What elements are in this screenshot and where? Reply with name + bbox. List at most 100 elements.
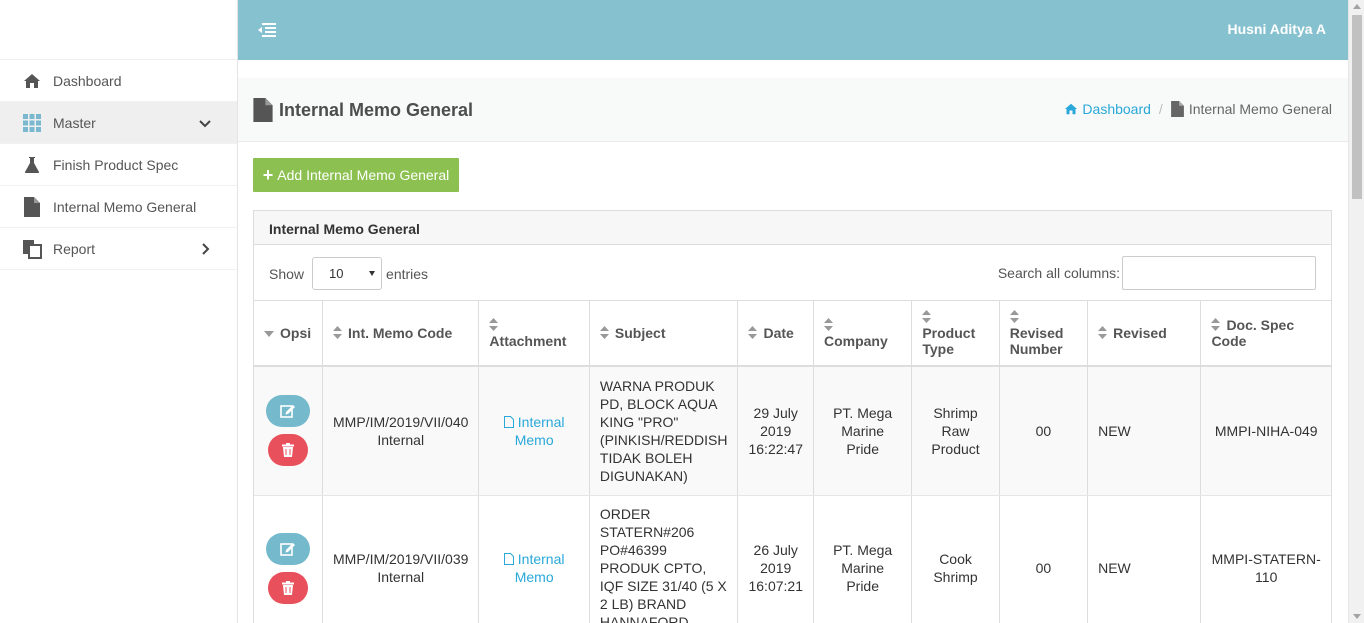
edit-icon: [280, 542, 295, 556]
sidebar-item-label: Master: [53, 114, 96, 131]
breadcrumb-current: Internal Memo General: [1170, 101, 1332, 117]
breadcrumb-home-label: Dashboard: [1082, 101, 1151, 117]
column-header[interactable]: Int. Memo Code: [322, 300, 480, 367]
panel-title: Internal Memo General: [254, 211, 1331, 245]
breadcrumb-current-label: Internal Memo General: [1188, 101, 1332, 117]
sidebar-item-report[interactable]: Report: [0, 228, 237, 270]
page-scrollbar[interactable]: [1348, 0, 1364, 623]
revised-number-cell: 00: [999, 366, 1089, 496]
sort-icon: [1098, 326, 1108, 339]
edit-icon: [280, 405, 295, 419]
memo-code-cell: MMP/IM/2019/VII/040 Internal: [322, 366, 480, 496]
sort-desc-icon: [264, 331, 274, 337]
sort-icon: [599, 326, 609, 339]
user-name[interactable]: Husni Aditya A: [1227, 21, 1326, 37]
add-internal-memo-button[interactable]: + Add Internal Memo General: [253, 158, 459, 192]
sort-icon: [489, 318, 499, 331]
attachment-cell: Internal Memo: [478, 366, 590, 496]
top-navbar: Husni Aditya A: [238, 0, 1348, 60]
scrollbar-thumb[interactable]: [1352, 15, 1362, 199]
sort-icon: [823, 318, 833, 331]
document-icon: [253, 98, 273, 122]
flask-icon: [22, 155, 42, 175]
memo-panel: Internal Memo General Show 10 entries Se…: [253, 210, 1332, 623]
subject-cell: ORDER STATERN#206 PO#46399 PRODUK CPTO, …: [589, 495, 739, 623]
sort-icon: [748, 326, 758, 339]
attachment-link[interactable]: Internal Memo: [503, 414, 564, 448]
column-header[interactable]: Doc. Spec Code: [1200, 300, 1331, 367]
copy-icon: [22, 239, 42, 259]
edit-button[interactable]: [266, 532, 310, 565]
document-icon: [1170, 101, 1184, 117]
column-header[interactable]: Revised: [1087, 300, 1202, 367]
row-actions: [254, 495, 324, 623]
caret-down-icon: [369, 271, 376, 276]
breadcrumb-home[interactable]: Dashboard: [1064, 101, 1151, 117]
delete-button[interactable]: [268, 434, 308, 467]
page-title: Internal Memo General: [253, 98, 473, 122]
search-control: Search all columns:: [998, 256, 1316, 290]
search-input[interactable]: [1122, 256, 1316, 290]
doc-spec-code-cell: MMPI-STATERN-110: [1200, 495, 1331, 623]
scroll-down-arrow-icon[interactable]: [1353, 614, 1361, 619]
column-header[interactable]: Date: [737, 300, 814, 367]
plus-icon: +: [262, 165, 274, 185]
sidebar-item-label: Finish Product Spec: [53, 156, 179, 173]
sidebar-item-master[interactable]: Master: [0, 102, 237, 144]
column-header[interactable]: Opsi: [254, 300, 324, 367]
memo-code-cell: MMP/IM/2019/VII/039 Internal: [322, 495, 480, 623]
revised-cell: NEW: [1087, 366, 1202, 496]
grid-icon: [22, 113, 42, 133]
product-type-cell: Shrimp Raw Product: [911, 366, 1000, 496]
chevron-right-icon: [197, 241, 213, 257]
sidebar-item-internal-memo-general[interactable]: Internal Memo General: [0, 186, 237, 228]
trash-icon: [282, 443, 294, 458]
main-content: Internal Memo General Dashboard / Intern…: [238, 60, 1348, 623]
table-row: MMP/IM/2019/VII/039 Internal Internal Me…: [254, 495, 1331, 623]
delete-button[interactable]: [268, 571, 308, 604]
entries-control: Show 10 entries: [269, 257, 428, 290]
attachment-cell: Internal Memo: [478, 495, 590, 623]
sidebar-item-finish-product-spec[interactable]: Finish Product Spec: [0, 144, 237, 186]
add-button-label: Add Internal Memo General: [277, 167, 450, 183]
table-row: MMP/IM/2019/VII/040 Internal Internal Me…: [254, 366, 1331, 496]
page-header: Internal Memo General Dashboard / Intern…: [238, 78, 1348, 142]
sidebar-brand: [0, 0, 237, 60]
page-title-text: Internal Memo General: [279, 99, 474, 120]
sort-icon: [333, 326, 343, 339]
attachment-link[interactable]: Internal Memo: [503, 551, 564, 585]
column-header[interactable]: Subject: [589, 300, 739, 367]
edit-button[interactable]: [266, 395, 310, 428]
sort-icon: [1009, 310, 1019, 323]
sidebar-item-dashboard[interactable]: Dashboard: [0, 60, 237, 102]
subject-cell: WARNA PRODUK PD, BLOCK AQUA KING "PRO" (…: [589, 366, 739, 496]
pdf-file-icon: [503, 415, 514, 428]
entries-select[interactable]: 10: [312, 257, 383, 290]
breadcrumb-separator: /: [1158, 101, 1163, 117]
column-header[interactable]: Company: [813, 300, 913, 367]
revised-number-cell: 00: [999, 495, 1089, 623]
chevron-down-icon: [197, 115, 213, 131]
sidebar-item-label: Report: [53, 240, 96, 257]
breadcrumb: Dashboard / Internal Memo General: [1064, 101, 1332, 117]
product-type-cell: Cook Shrimp: [911, 495, 1000, 623]
column-header[interactable]: Product Type: [911, 300, 1000, 367]
company-cell: PT. Mega Marine Pride: [813, 495, 913, 623]
trash-icon: [282, 580, 294, 595]
sort-icon: [1211, 318, 1221, 331]
sidebar-item-label: Dashboard: [53, 72, 122, 89]
search-label: Search all columns:: [997, 265, 1120, 281]
entries-label: entries: [386, 265, 429, 282]
show-label: Show: [269, 265, 305, 282]
menu-toggle-icon[interactable]: [258, 22, 276, 38]
home-icon: [22, 71, 42, 91]
sort-icon: [922, 310, 932, 323]
column-header[interactable]: Attachment: [478, 300, 590, 367]
table-controls: Show 10 entries Search all columns:: [254, 255, 1331, 300]
scroll-up-arrow-icon[interactable]: [1353, 4, 1361, 9]
date-cell: 29 July 2019 16:22:47: [737, 366, 814, 496]
column-header[interactable]: Revised Number: [999, 300, 1089, 367]
company-cell: PT. Mega Marine Pride: [813, 366, 913, 496]
doc-spec-code-cell: MMPI-NIHA-049: [1200, 366, 1331, 496]
home-icon: [1065, 103, 1078, 115]
